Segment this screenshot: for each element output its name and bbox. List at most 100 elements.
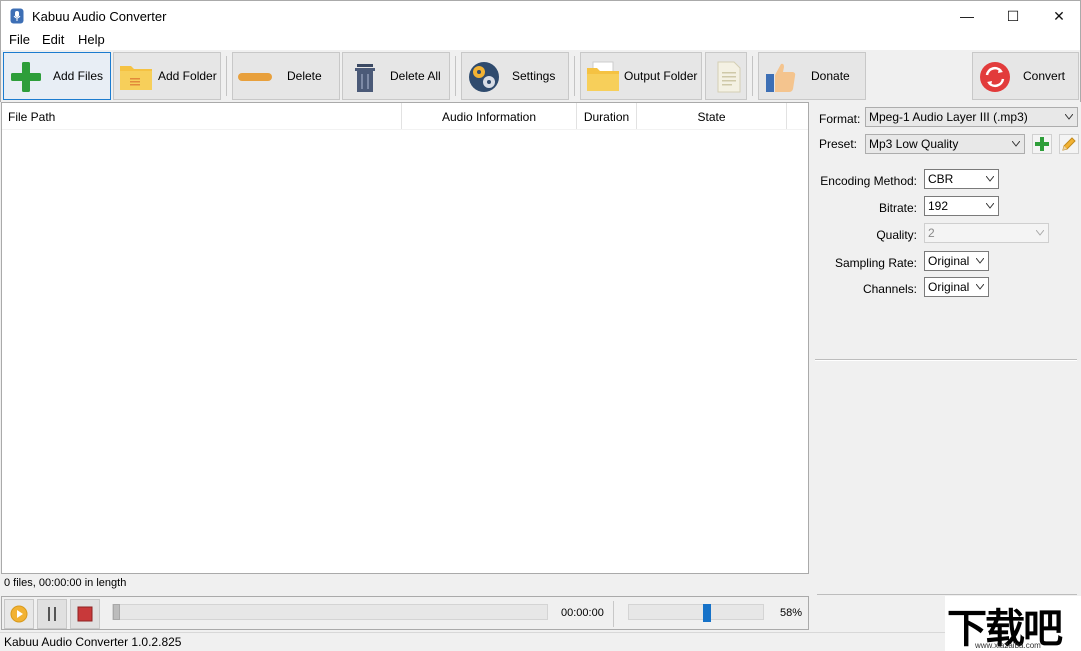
quality-value: 2 xyxy=(928,226,935,240)
add-preset-button[interactable] xyxy=(1032,134,1052,154)
encoding-method-select[interactable]: CBR xyxy=(924,169,999,189)
settings-gears-icon xyxy=(469,62,499,92)
settings-button[interactable]: Settings xyxy=(461,52,569,100)
preset-value: Mp3 Low Quality xyxy=(869,137,959,151)
play-icon xyxy=(10,605,28,623)
encoding-method-value: CBR xyxy=(928,172,954,186)
maximize-icon: ☐ xyxy=(1006,7,1020,24)
quality-label: Quality: xyxy=(876,228,917,242)
status-bar: Kabuu Audio Converter 1.0.2.825 xyxy=(0,632,1081,651)
toolbar-divider xyxy=(455,56,456,96)
convert-button[interactable]: Convert xyxy=(972,52,1079,100)
column-file-path[interactable]: File Path xyxy=(2,103,402,129)
toolbar: Add Files Add Folder Delete Delete All S… xyxy=(0,50,1081,102)
title-bar: Kabuu Audio Converter — ☐ ✕ xyxy=(0,0,1081,30)
volume-percent: 58% xyxy=(780,607,803,619)
chevron-down-icon xyxy=(1036,230,1044,236)
donate-label: Donate xyxy=(811,69,850,83)
channels-value: Original xyxy=(928,280,970,294)
add-files-button[interactable]: Add Files xyxy=(3,52,111,100)
file-list[interactable]: File Path Audio Information Duration Sta… xyxy=(1,102,809,574)
menu-bar: File Edit Help xyxy=(0,30,1081,50)
bitrate-label: Bitrate: xyxy=(878,201,917,215)
format-value: Mpeg-1 Audio Layer III (.mp3) xyxy=(869,110,1028,124)
menu-edit[interactable]: Edit xyxy=(42,32,64,47)
watermark-logo: 下载吧 www.xiazaiba.com xyxy=(945,596,1081,651)
trash-icon xyxy=(355,64,375,92)
add-folder-button[interactable]: Add Folder xyxy=(113,52,221,100)
chevron-down-icon xyxy=(1065,114,1073,120)
minimize-button[interactable]: — xyxy=(944,1,990,31)
player-divider xyxy=(613,601,614,627)
sampling-rate-value: Original xyxy=(928,254,970,268)
output-folder-icon xyxy=(587,61,619,91)
delete-label: Delete xyxy=(287,69,322,83)
toolbar-divider xyxy=(752,56,753,96)
seek-slider[interactable] xyxy=(112,604,548,620)
minimize-icon: — xyxy=(960,8,974,24)
seek-handle[interactable] xyxy=(113,604,120,620)
toolbar-divider xyxy=(226,56,227,96)
maximize-button[interactable]: ☐ xyxy=(990,1,1036,31)
preset-label: Preset: xyxy=(819,137,858,151)
chevron-down-icon xyxy=(986,203,994,209)
chevron-down-icon xyxy=(976,258,984,264)
encoding-method-label: Encoding Method: xyxy=(820,174,917,188)
panel-divider-highlight xyxy=(815,360,1077,361)
toolbar-divider xyxy=(574,56,575,96)
stop-button[interactable] xyxy=(70,599,100,629)
watermark-url: www.xiazaiba.com xyxy=(975,641,1041,650)
add-files-label: Add Files xyxy=(53,69,104,83)
chevron-down-icon xyxy=(986,176,994,182)
version-text: Kabuu Audio Converter 1.0.2.825 xyxy=(4,635,182,649)
sampling-rate-select[interactable]: Original xyxy=(924,251,989,271)
open-output-button[interactable] xyxy=(705,52,747,100)
add-folder-label: Add Folder xyxy=(158,69,217,83)
channels-select[interactable]: Original xyxy=(924,277,989,297)
pause-icon xyxy=(48,607,56,621)
panel-bottom-divider xyxy=(817,594,1077,595)
convert-label: Convert xyxy=(1023,69,1066,83)
column-duration[interactable]: Duration xyxy=(577,103,637,129)
menu-file[interactable]: File xyxy=(9,32,30,47)
play-button[interactable] xyxy=(4,599,34,629)
close-button[interactable]: ✕ xyxy=(1036,1,1081,31)
player-bar: 00:00:00 58% xyxy=(1,596,809,630)
close-icon: ✕ xyxy=(1053,7,1065,24)
microphone-icon xyxy=(10,8,24,24)
donate-button[interactable]: Donate xyxy=(758,52,866,100)
column-state[interactable]: State xyxy=(637,103,787,129)
file-summary: 0 files, 00:00:00 in length xyxy=(4,577,127,589)
folder-icon xyxy=(120,66,152,90)
format-label: Format: xyxy=(819,112,861,126)
volume-handle[interactable] xyxy=(703,604,711,622)
menu-help[interactable]: Help xyxy=(78,32,105,47)
output-folder-button[interactable]: Output Folder xyxy=(580,52,702,100)
chevron-down-icon xyxy=(1012,141,1020,147)
plus-icon xyxy=(1035,137,1049,151)
delete-all-button[interactable]: Delete All xyxy=(342,52,450,100)
window-title: Kabuu Audio Converter xyxy=(32,9,167,24)
output-folder-label: Output Folder xyxy=(624,69,698,83)
header-divider xyxy=(2,129,808,130)
bitrate-value: 192 xyxy=(928,199,949,213)
pause-button[interactable] xyxy=(37,599,67,629)
column-audio-information[interactable]: Audio Information xyxy=(402,103,577,129)
channels-label: Channels: xyxy=(862,282,917,296)
quality-select: 2 xyxy=(924,223,1049,243)
preset-select[interactable]: Mp3 Low Quality xyxy=(865,134,1025,154)
document-icon xyxy=(717,61,741,93)
delete-button[interactable]: Delete xyxy=(232,52,340,100)
thumbs-up-icon xyxy=(766,63,796,92)
minus-icon xyxy=(238,73,272,81)
pencil-icon xyxy=(1062,137,1076,151)
bitrate-select[interactable]: 192 xyxy=(924,196,999,216)
delete-all-label: Delete All xyxy=(390,69,441,83)
format-select[interactable]: Mpeg-1 Audio Layer III (.mp3) xyxy=(865,107,1078,127)
stop-icon xyxy=(77,606,93,622)
chevron-down-icon xyxy=(976,284,984,290)
plus-icon xyxy=(11,62,41,92)
settings-label: Settings xyxy=(512,69,556,83)
edit-preset-button[interactable] xyxy=(1059,134,1079,154)
volume-slider[interactable] xyxy=(628,604,764,622)
